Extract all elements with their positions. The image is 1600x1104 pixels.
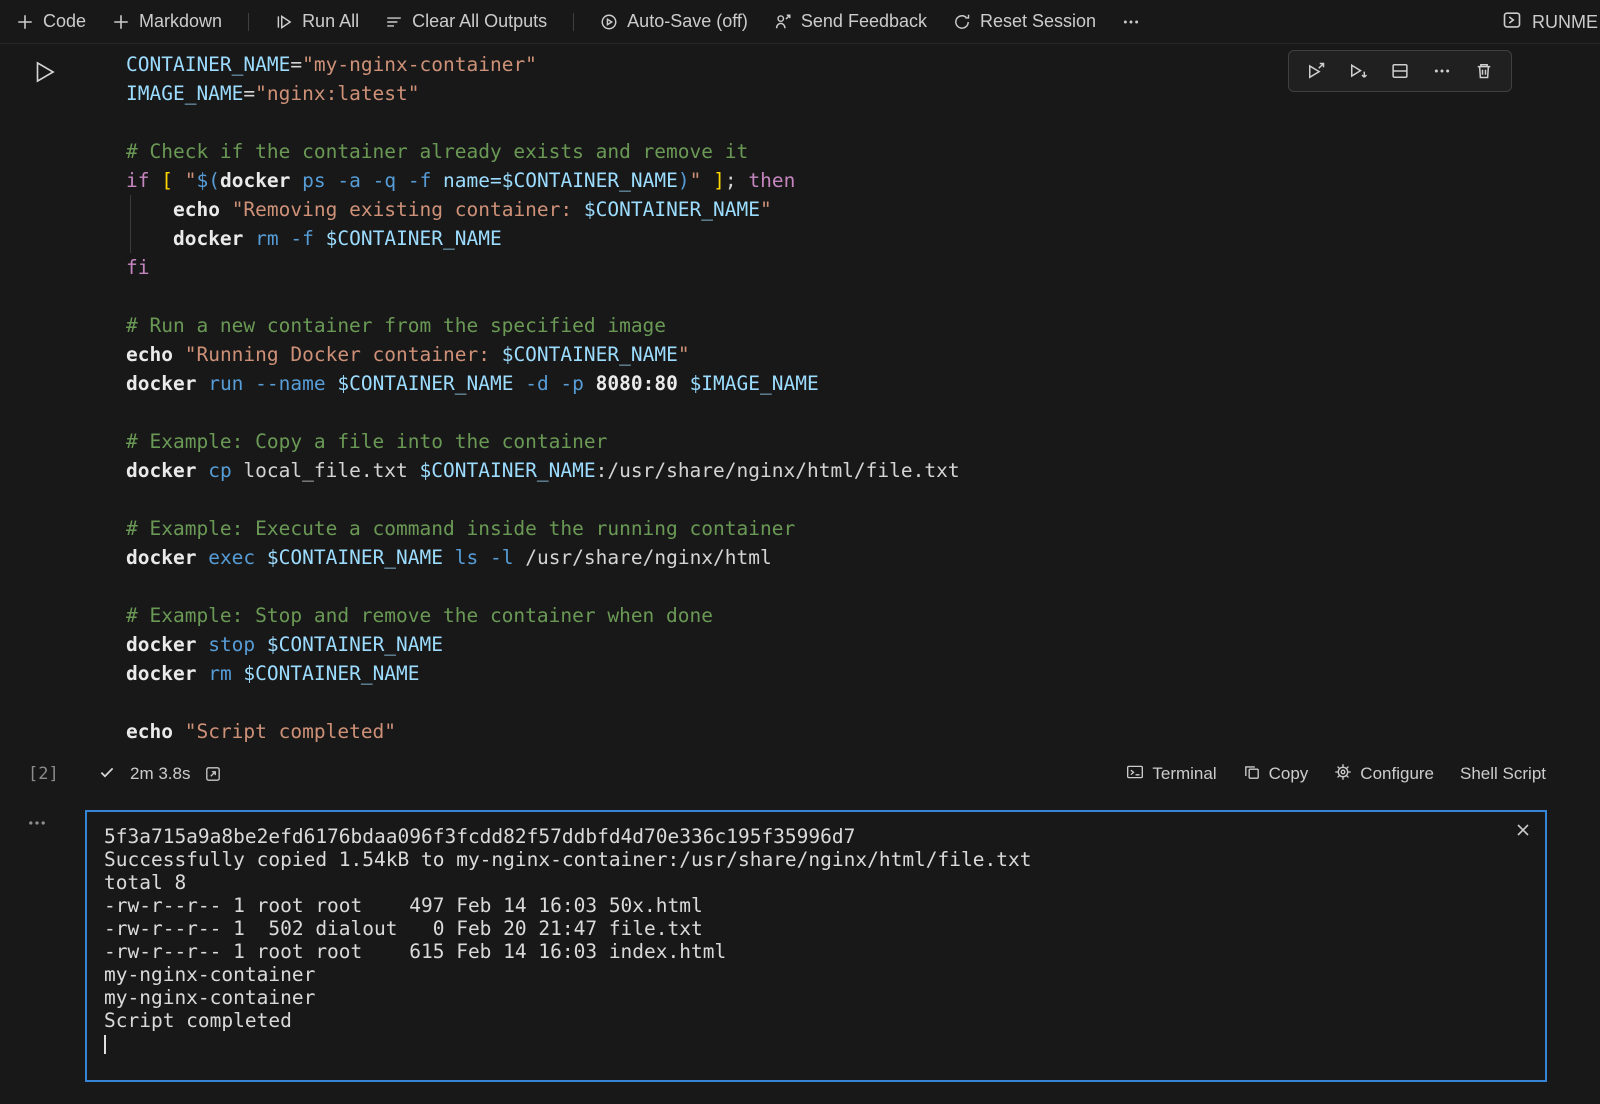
code-line[interactable]: # Run a new container from the specified… — [126, 311, 960, 340]
language-label: Shell Script — [1460, 764, 1546, 784]
code-line[interactable] — [126, 572, 960, 601]
output-lines: 5f3a715a9a8be2efd6176bdaa096f3fcdd82f57d… — [104, 825, 1527, 1055]
cell-hover-toolbar — [1288, 50, 1512, 92]
add-code-label: Code — [43, 11, 86, 32]
reset-session-button[interactable]: Reset Session — [953, 11, 1096, 32]
output-menu-button[interactable] — [26, 812, 48, 839]
cell-status-bar: [2] 2m 3.8s Terminal Copy Configure — [0, 756, 1600, 792]
terminal-cursor-line — [104, 1032, 1527, 1055]
terminal-output[interactable]: 5f3a715a9a8be2efd6176bdaa096f3fcdd82f57d… — [85, 810, 1547, 1082]
success-check-icon — [98, 763, 116, 786]
gear-icon — [1334, 763, 1352, 786]
add-markdown-label: Markdown — [139, 11, 222, 32]
code-line[interactable]: if [ "$(docker ps -a -q -f name=$CONTAIN… — [126, 166, 960, 195]
configure-label: Configure — [1360, 764, 1434, 784]
add-code-button[interactable]: Code — [16, 11, 86, 32]
clear-all-outputs-button[interactable]: Clear All Outputs — [385, 11, 547, 32]
code-line[interactable]: echo "Running Docker container: $CONTAIN… — [126, 340, 960, 369]
terminal-icon — [1126, 763, 1144, 786]
copy-icon — [1243, 763, 1261, 786]
output-line: Script completed — [104, 1009, 1527, 1032]
code-line[interactable]: docker rm $CONTAINER_NAME — [126, 659, 960, 688]
clear-all-outputs-label: Clear All Outputs — [412, 11, 547, 32]
code-line[interactable] — [126, 282, 960, 311]
output-line: my-nginx-container — [104, 963, 1527, 986]
run-cell-button[interactable] — [30, 58, 58, 88]
run-below-button[interactable] — [1341, 55, 1375, 87]
code-line[interactable] — [126, 688, 960, 717]
code-line[interactable]: echo "Script completed" — [126, 717, 960, 746]
session-output-icon[interactable] — [204, 765, 222, 783]
code-lines: CONTAINER_NAME="my-nginx-container"IMAGE… — [126, 50, 960, 746]
copy-button[interactable]: Copy — [1243, 763, 1309, 786]
code-line[interactable]: # Example: Stop and remove the container… — [126, 601, 960, 630]
toolbar-more-button[interactable] — [1122, 13, 1140, 31]
code-line[interactable] — [126, 398, 960, 427]
output-line: 5f3a715a9a8be2efd6176bdaa096f3fcdd82f57d… — [104, 825, 1527, 848]
code-line[interactable]: docker run --name $CONTAINER_NAME -d -p … — [126, 369, 960, 398]
code-line[interactable]: docker rm -f $CONTAINER_NAME — [126, 224, 960, 253]
clear-all-icon — [385, 13, 403, 31]
code-line[interactable]: fi — [126, 253, 960, 282]
auto-save-icon — [600, 13, 618, 31]
cell-more-actions-button[interactable] — [1425, 55, 1459, 87]
configure-button[interactable]: Configure — [1334, 763, 1434, 786]
reset-icon — [953, 13, 971, 31]
run-all-button[interactable]: Run All — [275, 11, 359, 32]
auto-save-label: Auto-Save (off) — [627, 11, 748, 32]
toolbar-divider — [248, 13, 249, 31]
close-output-button[interactable] — [1513, 820, 1533, 843]
output-line: -rw-r--r-- 1 root root 615 Feb 14 16:03 … — [104, 940, 1527, 963]
code-line[interactable]: docker exec $CONTAINER_NAME ls -l /usr/s… — [126, 543, 960, 572]
run-section-button[interactable] — [1299, 55, 1333, 87]
code-line[interactable]: # Check if the container already exists … — [126, 137, 960, 166]
execution-duration: 2m 3.8s — [130, 764, 190, 784]
send-feedback-label: Send Feedback — [801, 11, 927, 32]
code-line[interactable]: IMAGE_NAME="nginx:latest" — [126, 79, 960, 108]
notebook-toolbar: Code Markdown Run All Clear All Outputs … — [0, 0, 1600, 44]
code-line[interactable]: # Example: Execute a command inside the … — [126, 514, 960, 543]
output-line: Successfully copied 1.54kB to my-nginx-c… — [104, 848, 1527, 871]
output-line: total 8 — [104, 871, 1527, 894]
toolbar-divider — [573, 13, 574, 31]
reset-session-label: Reset Session — [980, 11, 1096, 32]
more-ellipsis-icon — [1122, 13, 1140, 31]
language-picker[interactable]: Shell Script — [1460, 764, 1546, 784]
code-editor[interactable]: CONTAINER_NAME="my-nginx-container"IMAGE… — [126, 50, 960, 746]
run-all-icon — [275, 13, 293, 31]
code-line[interactable]: docker stop $CONTAINER_NAME — [126, 630, 960, 659]
plus-icon — [16, 13, 34, 31]
output-line: -rw-r--r-- 1 502 dialout 0 Feb 20 21:47 … — [104, 917, 1527, 940]
execution-count: [2] — [28, 764, 59, 784]
delete-cell-button[interactable] — [1467, 55, 1501, 87]
code-line[interactable]: CONTAINER_NAME="my-nginx-container" — [126, 50, 960, 79]
split-cell-button[interactable] — [1383, 55, 1417, 87]
output-line: -rw-r--r-- 1 root root 497 Feb 14 16:03 … — [104, 894, 1527, 917]
add-markdown-button[interactable]: Markdown — [112, 11, 222, 32]
code-line[interactable] — [126, 485, 960, 514]
code-line[interactable] — [126, 108, 960, 137]
code-line[interactable]: # Example: Copy a file into the containe… — [126, 427, 960, 456]
code-line[interactable]: echo "Removing existing container: $CONT… — [126, 195, 960, 224]
send-feedback-button[interactable]: Send Feedback — [774, 11, 927, 32]
code-line[interactable]: docker cp local_file.txt $CONTAINER_NAME… — [126, 456, 960, 485]
terminal-button[interactable]: Terminal — [1126, 763, 1216, 786]
auto-save-toggle[interactable]: Auto-Save (off) — [600, 11, 748, 32]
copy-label: Copy — [1269, 764, 1309, 784]
indent-guide — [130, 195, 131, 253]
feedback-person-icon — [774, 13, 792, 31]
run-all-label: Run All — [302, 11, 359, 32]
runme-logo-icon — [1502, 10, 1522, 35]
terminal-cursor — [104, 1035, 106, 1054]
plus-icon — [112, 13, 130, 31]
runme-brand-label: RUNME — [1532, 12, 1598, 33]
runme-brand: RUNME — [1502, 0, 1598, 44]
output-line: my-nginx-container — [104, 986, 1527, 1009]
terminal-label: Terminal — [1152, 764, 1216, 784]
